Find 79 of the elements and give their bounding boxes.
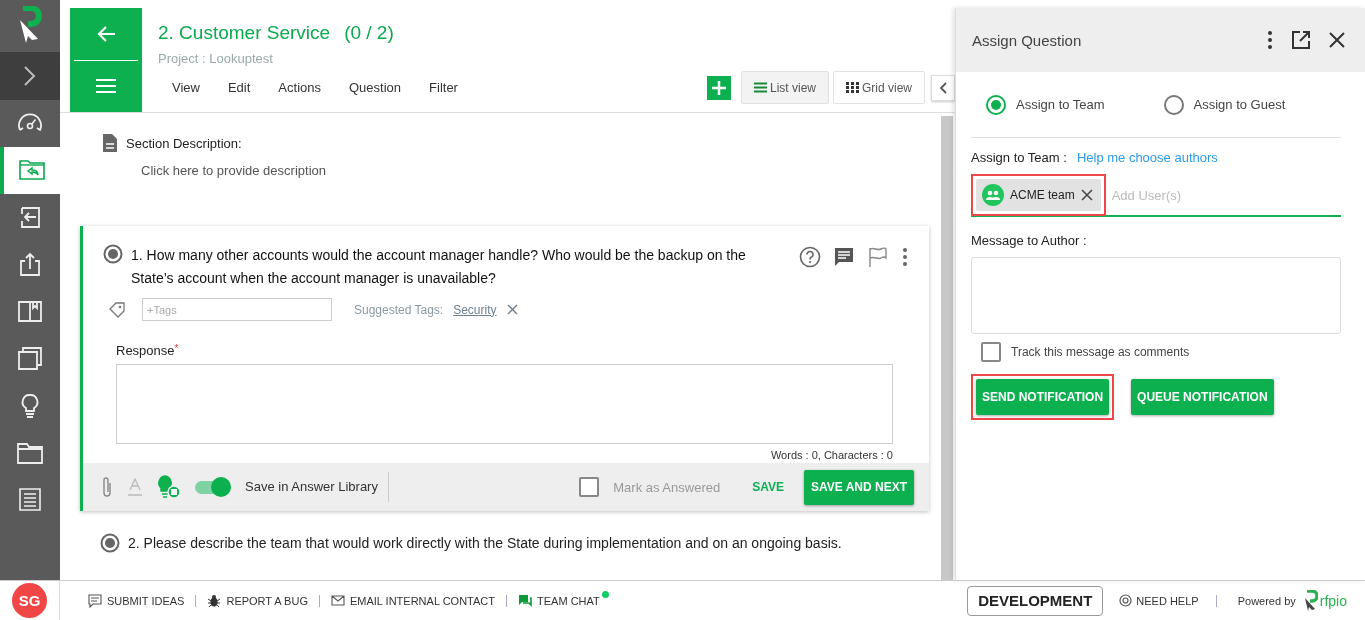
track-checkbox[interactable]: [981, 342, 1001, 362]
project-name: Project : Lookuptest: [158, 51, 274, 66]
speech-icon: [88, 593, 102, 608]
remove-icon[interactable]: [1080, 189, 1093, 201]
menu-icon: [96, 79, 116, 94]
footer-link[interactable]: REPORT A BUG: [207, 593, 308, 608]
view-toggle[interactable]: List view: [740, 71, 829, 104]
description-placeholder[interactable]: Click here to provide description: [141, 163, 929, 178]
chevron-left-icon: [939, 81, 947, 94]
chat-icon: [518, 593, 532, 608]
chevron-right-icon: [23, 65, 37, 87]
track-label: Track this message as comments: [1011, 345, 1190, 359]
group-icon: [986, 190, 1000, 200]
powered-by-label: Powered by: [1237, 594, 1296, 607]
windows-icon: [17, 345, 43, 372]
collapse-button[interactable]: [931, 74, 955, 101]
flag-icon[interactable]: [867, 246, 889, 268]
radio-icon[interactable]: [100, 533, 120, 553]
response-label: Response*: [116, 343, 180, 358]
assign-label: Assign to Team :: [971, 150, 1067, 165]
help-icon[interactable]: [799, 246, 821, 268]
menu-item[interactable]: Question: [335, 71, 416, 104]
message-field[interactable]: [971, 257, 1341, 334]
back-arrow-icon: [96, 24, 116, 43]
radio-icon[interactable]: [103, 244, 123, 264]
team-chip[interactable]: ACME team: [976, 179, 1101, 211]
logo-icon: [1303, 589, 1318, 612]
paperclip-icon[interactable]: [101, 476, 113, 498]
help-link[interactable]: NEED HELP: [1113, 593, 1205, 608]
lightbulb-save-icon[interactable]: [157, 475, 181, 499]
mail-icon: [330, 593, 345, 608]
popout-icon[interactable]: [1291, 30, 1311, 50]
document-icon: [17, 486, 43, 513]
tags-field[interactable]: +Tags: [142, 298, 332, 321]
message-label: Message to Author :: [971, 233, 1088, 248]
menu-item[interactable]: Actions: [264, 71, 335, 104]
menu-item[interactable]: View: [158, 71, 214, 104]
view-toggle[interactable]: Grid view: [833, 71, 925, 104]
share-icon: [17, 251, 43, 278]
grid-icon: [846, 82, 859, 93]
question-text: 1. How many other accounts would the account manager handle? Who would be the backup on the State’s account when the account manager is unavailable?: [131, 246, 747, 288]
menu-item[interactable]: Edit: [213, 71, 265, 104]
footer-link[interactable]: SUBMIT IDEAS: [88, 593, 185, 608]
lifebuoy-icon: [1119, 594, 1133, 607]
document-icon: [102, 133, 118, 153]
close-icon[interactable]: [1329, 32, 1345, 48]
suggested-tag-link[interactable]: Security: [453, 302, 497, 317]
add-button[interactable]: [706, 75, 731, 100]
answered-checkbox[interactable]: [579, 477, 600, 497]
scrollbar[interactable]: [941, 116, 953, 580]
book-icon: [17, 298, 43, 325]
assign-option[interactable]: Assign to Team: [986, 94, 1164, 115]
plus-icon: [710, 79, 727, 96]
question-text: 2. Please describe the team that would work directly with the State during implementation and on an ongoing basis.: [128, 535, 842, 551]
library-label: Save in Answer Library: [245, 472, 389, 502]
user-avatar[interactable]: SG: [12, 583, 47, 618]
footer-link[interactable]: EMAIL INTERNAL CONTACT: [330, 593, 495, 608]
more-icon[interactable]: [901, 246, 909, 268]
section-label: Section Description:: [126, 135, 242, 151]
environment-badge: DEVELOPMENT: [967, 585, 1104, 616]
page-title: 2. Customer Service: [158, 22, 331, 44]
tag-icon: [108, 301, 126, 318]
footer-link[interactable]: TEAM CHAT: [518, 593, 600, 608]
panel-title: Assign Question: [972, 31, 1083, 49]
suggested-tags-label: Suggested Tags:: [354, 302, 444, 317]
add-users-field[interactable]: Add User(s): [1109, 186, 1341, 204]
sidebar-item[interactable]: [0, 147, 60, 194]
word-counter: Words : 0, Characters : 0: [770, 449, 893, 461]
library-toggle[interactable]: [195, 477, 231, 497]
progress-count: (0 / 2): [344, 22, 394, 44]
list-icon: [753, 82, 767, 93]
response-field[interactable]: [116, 364, 893, 444]
assign-option[interactable]: Assign to Guest: [1163, 94, 1341, 115]
brand-name: rfpio: [1319, 592, 1347, 609]
menu-item[interactable]: Filter: [415, 71, 472, 104]
more-icon[interactable]: [1267, 30, 1273, 50]
bug-icon: [207, 593, 222, 608]
comment-icon[interactable]: [833, 246, 855, 268]
answered-label: Mark as Answered: [613, 479, 721, 495]
